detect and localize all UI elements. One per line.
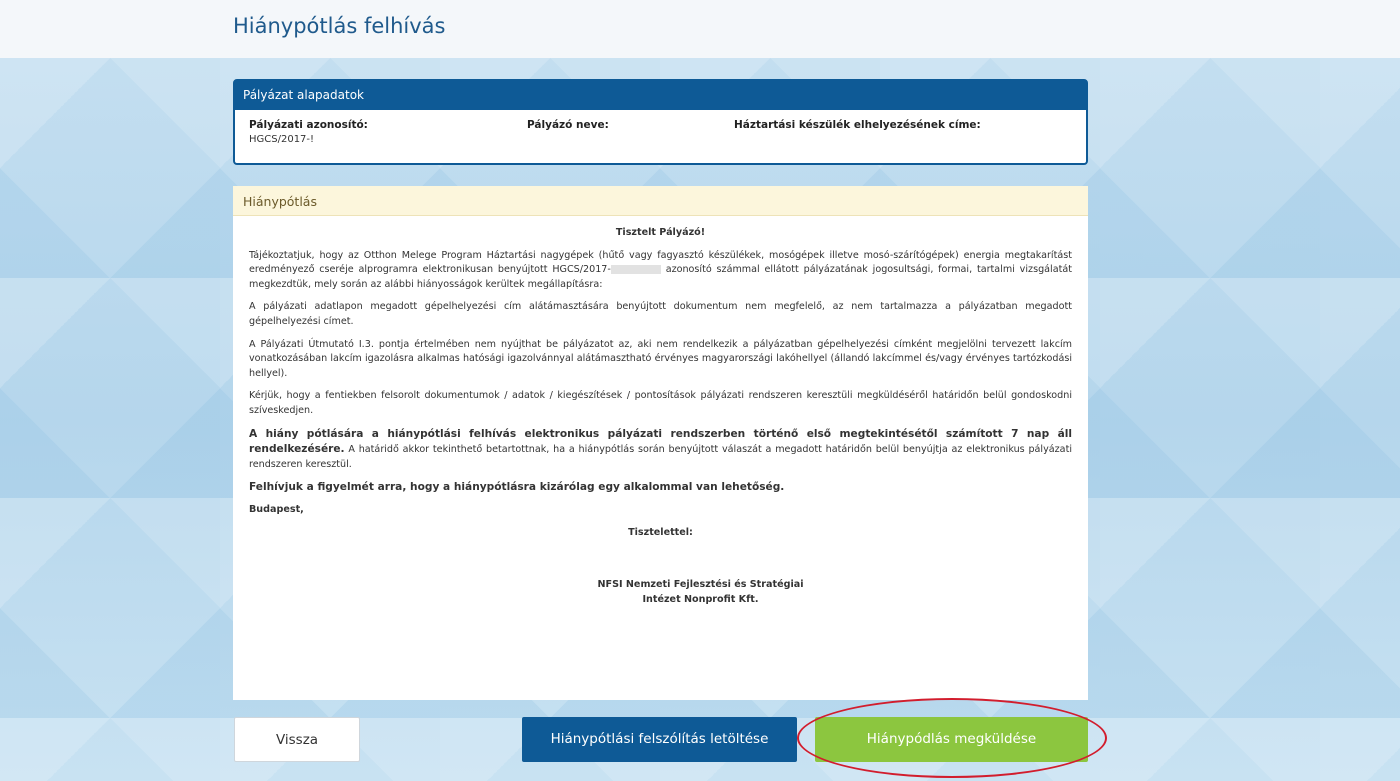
application-id-value: HGCS/2017-!: [249, 134, 315, 145]
paragraph-notice: Felhívjuk a figyelmét arra, hogy a hiány…: [249, 481, 785, 494]
deadline-rest: A határidő akkor tekinthető betartottnak…: [249, 444, 1072, 470]
paragraph-guideline: A Pályázati Útmutató I.3. pontja értelmé…: [249, 338, 1072, 379]
paragraph-deficiency: A pályázati adatlapon megadott gépelhely…: [249, 301, 1072, 327]
redacted-id: [610, 264, 661, 274]
appliance-address-label: Háztartási készülék elhelyezésének címe:: [734, 119, 981, 131]
paragraph-deadline: A hiány pótlására a hiánypótlási felhívá…: [249, 427, 1072, 473]
deficiency-letter: Tisztelt Pályázó! Tájékoztatjuk, hogy az…: [233, 216, 1088, 607]
signer-line-2: Intézet Nonprofit Kft.: [642, 593, 759, 605]
title-bar: Hiánypótlás felhívás: [0, 0, 1400, 58]
application-id-label: Pályázati azonosító:: [249, 119, 368, 131]
send-deficiency-button[interactable]: Hiánypódlás megküldése: [815, 717, 1088, 762]
download-notice-button[interactable]: Hiánypótlási felszólítás letöltése: [522, 717, 797, 762]
greeting: Tisztelt Pályázó!: [615, 227, 706, 238]
applicant-name-field: Pályázó neve:: [527, 119, 609, 131]
application-id-field: Pályázati azonosító: HGCS/2017-!: [249, 119, 368, 145]
paragraph-request: Kérjük, hogy a fentiekben felsorolt doku…: [249, 390, 1072, 416]
closing: Tisztelettel:: [628, 526, 693, 538]
deficiency-panel-header: Hiánypótlás: [233, 186, 1088, 216]
back-button[interactable]: Vissza: [234, 717, 360, 762]
signer-line-1: NFSI Nemzeti Fejlesztési és Stratégiai: [597, 579, 804, 591]
applicant-name-label: Pályázó neve:: [527, 119, 609, 131]
deficiency-panel: Hiánypótlás Tisztelt Pályázó! Tájékoztat…: [233, 186, 1088, 700]
page-title: Hiánypótlás felhívás: [233, 14, 446, 38]
appliance-address-field: Háztartási készülék elhelyezésének címe:: [734, 119, 981, 131]
paragraph-intro: Tájékoztatjuk, hogy az Otthon Melege Pro…: [249, 249, 1072, 293]
basic-data-panel-header: Pályázat alapadatok: [235, 81, 1086, 110]
city: Budapest,: [249, 503, 304, 515]
basic-data-panel: Pályázat alapadatok Pályázati azonosító:…: [233, 79, 1088, 165]
